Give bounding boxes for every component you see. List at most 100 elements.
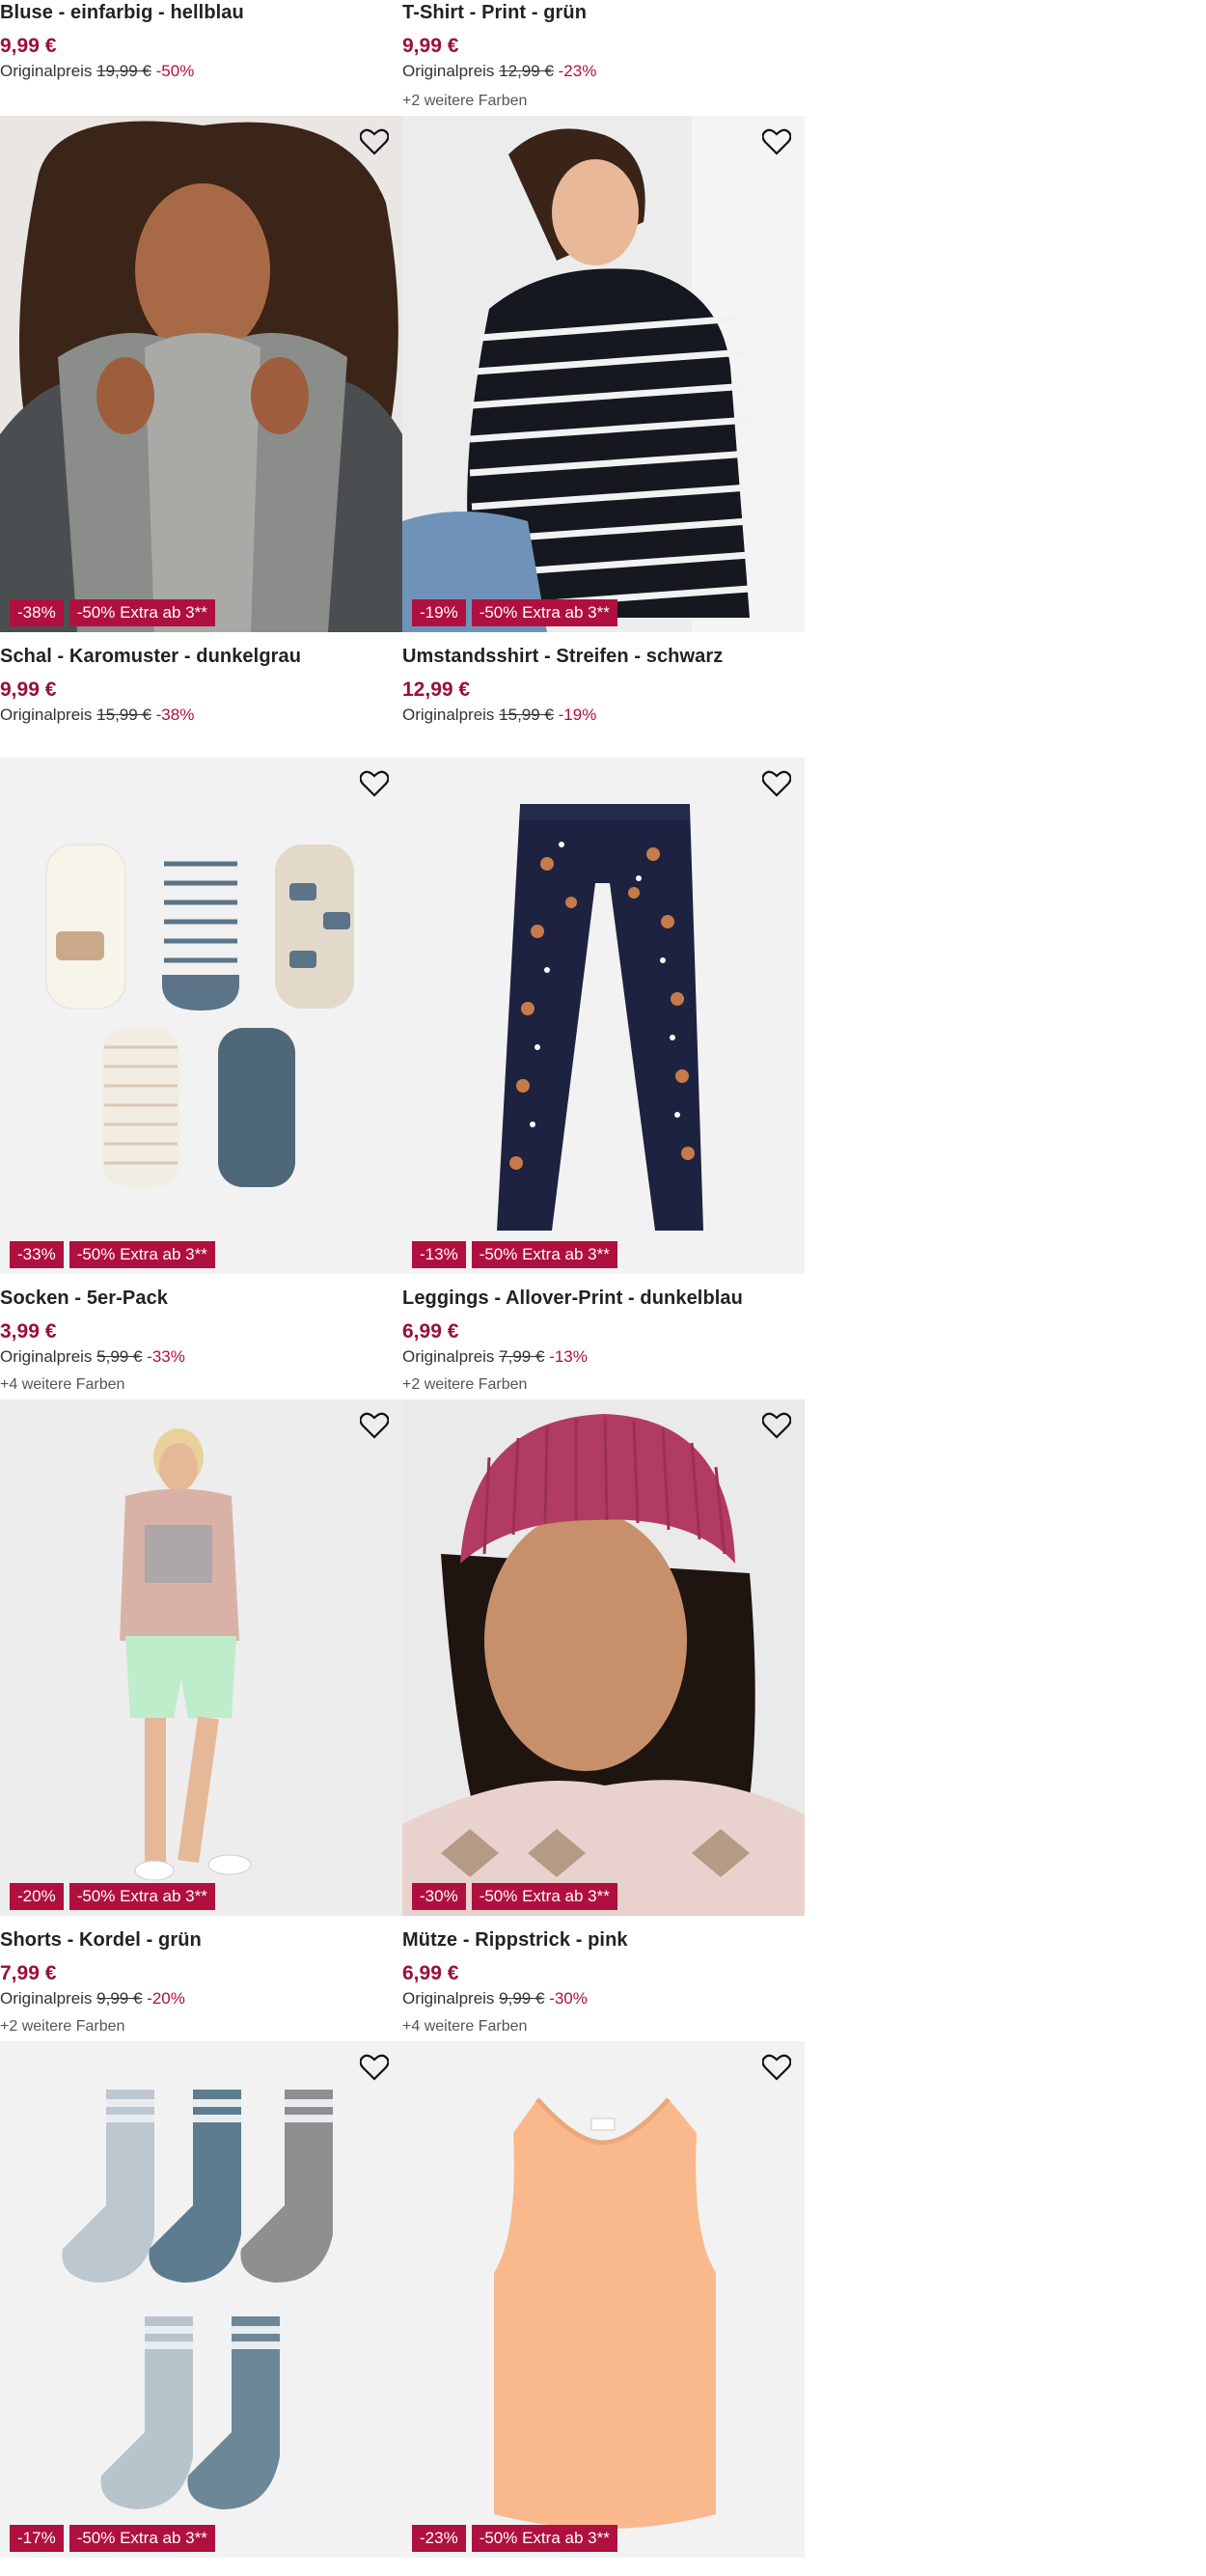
sport-socks-image <box>0 2041 402 2558</box>
product-card[interactable]: Bluse - einfarbig - hellblau 9,99 € Orig… <box>0 0 402 116</box>
baby-socks-image <box>0 758 402 1274</box>
product-price: 6,99 € <box>402 1962 459 1984</box>
product-image[interactable]: -38% -50% Extra ab 3** <box>0 116 402 632</box>
extra-discount-badge: -50% Extra ab 3** <box>69 1241 215 1268</box>
beanie-model-image <box>402 1399 805 1916</box>
more-colors-link[interactable]: +4 weitere Farben <box>402 2018 527 2036</box>
product-info: Leggings - Allover-Print - dunkelblau 6,… <box>402 1274 805 1399</box>
product-name[interactable]: Leggings - Allover-Print - dunkelblau <box>402 1288 743 1310</box>
product-card[interactable]: T-Shirt - Print - grün 9,99 € Originalpr… <box>402 0 805 116</box>
original-price-label: Originalpreis <box>402 62 495 80</box>
product-name[interactable]: Mütze - Rippstrick - pink <box>402 1929 628 1952</box>
product-name[interactable]: Shorts - Kordel - grün <box>0 1929 202 1952</box>
wishlist-heart-icon[interactable] <box>358 1409 391 1442</box>
badge-group: -23% -50% Extra ab 3** <box>412 2525 617 2552</box>
product-image[interactable]: -33% -50% Extra ab 3** <box>0 758 402 1274</box>
original-price: Originalpreis 15,99 € -19% <box>402 706 596 725</box>
discount-badge: -23% <box>412 2525 466 2552</box>
discount-percent: -23% <box>558 62 597 80</box>
original-price-value: 15,99 € <box>499 706 554 724</box>
discount-percent: -19% <box>558 706 597 724</box>
extra-discount-badge: -50% Extra ab 3** <box>471 1241 617 1268</box>
original-price: Originalpreis 9,99 € -30% <box>402 1989 588 2008</box>
product-card[interactable]: -38% -50% Extra ab 3** Schal - Karomuste… <box>0 116 402 758</box>
product-image[interactable]: -30% -50% Extra ab 3** <box>402 1399 805 1916</box>
wishlist-heart-icon[interactable] <box>760 2051 793 2084</box>
original-price-value: 5,99 € <box>96 1347 143 1366</box>
discount-badge: -19% <box>412 599 466 626</box>
wishlist-heart-icon[interactable] <box>760 1409 793 1442</box>
more-colors-link[interactable]: +2 weitere Farben <box>402 1376 527 1394</box>
badge-group: -17% -50% Extra ab 3** <box>10 2525 215 2552</box>
product-card[interactable]: -23% -50% Extra ab 3** <box>402 2041 805 2558</box>
product-image[interactable]: -13% -50% Extra ab 3** <box>402 758 805 1274</box>
product-card[interactable]: -19% -50% Extra ab 3** Umstandsshirt - S… <box>402 116 805 758</box>
original-price-label: Originalpreis <box>0 62 93 80</box>
badge-group: -13% -50% Extra ab 3** <box>412 1241 617 1268</box>
discount-percent: -50% <box>155 62 195 80</box>
wishlist-heart-icon[interactable] <box>358 767 391 800</box>
wishlist-heart-icon[interactable] <box>760 125 793 158</box>
discount-badge: -20% <box>10 1883 64 1910</box>
original-price-value: 7,99 € <box>499 1347 545 1366</box>
product-card[interactable]: -33% -50% Extra ab 3** Socken - 5er-Pack… <box>0 758 402 1399</box>
original-price-value: 15,99 € <box>96 706 151 724</box>
product-image[interactable]: -17% -50% Extra ab 3** <box>0 2041 402 2558</box>
wishlist-heart-icon[interactable] <box>760 767 793 800</box>
product-card[interactable]: -30% -50% Extra ab 3** Mütze - Rippstric… <box>402 1399 805 2041</box>
extra-discount-badge: -50% Extra ab 3** <box>471 599 617 626</box>
product-price: 6,99 € <box>402 1320 459 1343</box>
extra-discount-badge: -50% Extra ab 3** <box>69 2525 215 2552</box>
product-name[interactable]: Bluse - einfarbig - hellblau <box>0 2 244 24</box>
more-colors-link[interactable]: +2 weitere Farben <box>0 2018 124 2036</box>
badge-group: -20% -50% Extra ab 3** <box>10 1883 215 1910</box>
shorts-model-image <box>0 1399 402 1916</box>
product-price: 12,99 € <box>402 679 471 701</box>
original-price-value: 12,99 € <box>499 62 554 80</box>
discount-badge: -38% <box>10 599 64 626</box>
product-card[interactable]: -13% -50% Extra ab 3** Leggings - Allove… <box>402 758 805 1399</box>
product-name[interactable]: Schal - Karomuster - dunkelgrau <box>0 646 301 668</box>
original-price: Originalpreis 9,99 € -20% <box>0 1989 185 2008</box>
original-price: Originalpreis 19,99 € -50% <box>0 62 194 81</box>
original-price-label: Originalpreis <box>0 706 93 724</box>
discount-badge: -33% <box>10 1241 64 1268</box>
discount-percent: -30% <box>549 1989 588 2008</box>
product-image[interactable]: -19% -50% Extra ab 3** <box>402 116 805 632</box>
discount-badge: -13% <box>412 1241 466 1268</box>
scarf-model-image <box>0 116 402 632</box>
original-price-label: Originalpreis <box>402 1989 495 2008</box>
original-price-value: 9,99 € <box>499 1989 545 2008</box>
product-info: Shorts - Kordel - grün 7,99 € Originalpr… <box>0 1916 402 2041</box>
wishlist-heart-icon[interactable] <box>358 2051 391 2084</box>
product-info: Bluse - einfarbig - hellblau 9,99 € Orig… <box>0 0 402 116</box>
discount-percent: -13% <box>549 1347 588 1366</box>
product-image[interactable]: -20% -50% Extra ab 3** <box>0 1399 402 1916</box>
original-price-label: Originalpreis <box>0 1989 93 2008</box>
product-name[interactable]: T-Shirt - Print - grün <box>402 2 587 24</box>
tank-top-image <box>402 2041 805 2558</box>
discount-percent: -33% <box>147 1347 185 1366</box>
product-card[interactable]: -20% -50% Extra ab 3** Shorts - Kordel -… <box>0 1399 402 2041</box>
leggings-image <box>402 758 805 1274</box>
more-colors-link[interactable]: +4 weitere Farben <box>0 1376 124 1394</box>
wishlist-heart-icon[interactable] <box>358 125 391 158</box>
original-price: Originalpreis 12,99 € -23% <box>402 62 596 81</box>
product-info: Schal - Karomuster - dunkelgrau 9,99 € O… <box>0 632 402 758</box>
discount-badge: -17% <box>10 2525 64 2552</box>
product-name[interactable]: Socken - 5er-Pack <box>0 1288 168 1310</box>
original-price-label: Originalpreis <box>402 1347 495 1366</box>
product-price: 9,99 € <box>0 679 57 701</box>
product-price: 3,99 € <box>0 1320 57 1343</box>
original-price-label: Originalpreis <box>0 1347 93 1366</box>
original-price: Originalpreis 7,99 € -13% <box>402 1347 588 1367</box>
extra-discount-badge: -50% Extra ab 3** <box>471 2525 617 2552</box>
product-image[interactable]: -23% -50% Extra ab 3** <box>402 2041 805 2558</box>
product-grid: Bluse - einfarbig - hellblau 9,99 € Orig… <box>0 0 805 2558</box>
original-price-value: 9,99 € <box>96 1989 143 2008</box>
product-info: Socken - 5er-Pack 3,99 € Originalpreis 5… <box>0 1274 402 1399</box>
badge-group: -33% -50% Extra ab 3** <box>10 1241 215 1268</box>
more-colors-link[interactable]: +2 weitere Farben <box>402 93 527 110</box>
product-card[interactable]: -17% -50% Extra ab 3** <box>0 2041 402 2558</box>
product-name[interactable]: Umstandsshirt - Streifen - schwarz <box>402 646 723 668</box>
